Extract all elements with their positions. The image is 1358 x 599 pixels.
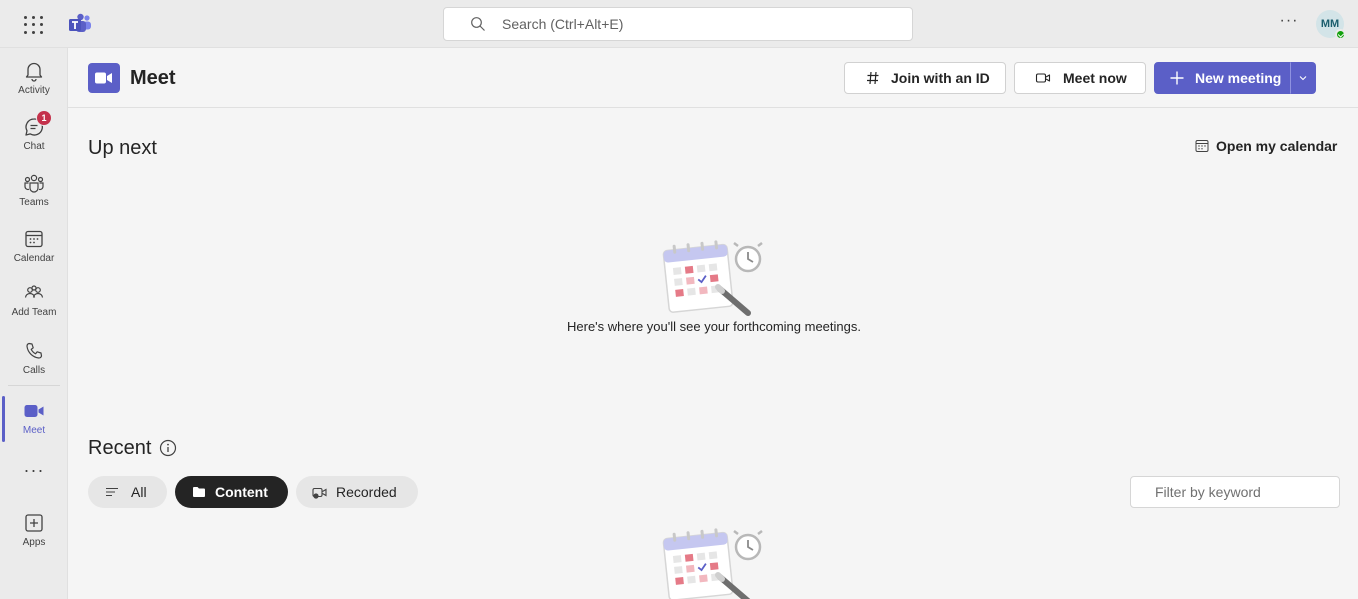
rail-item-label: Apps (22, 537, 46, 548)
presence-available-icon (1335, 29, 1346, 40)
more-apps-icon[interactable]: ··· (0, 460, 68, 484)
search-input[interactable] (502, 16, 882, 32)
people-add-icon (24, 285, 44, 298)
rail-item-teams[interactable]: Teams (0, 164, 68, 216)
rail-item-label: Chat (23, 141, 45, 152)
new-meeting-dropdown-button[interactable] (1290, 62, 1316, 94)
rail-divider (8, 385, 60, 386)
rail-item-calls[interactable]: Calls (0, 332, 68, 384)
filter-all-pill[interactable]: All (88, 476, 167, 508)
rail-item-label: Calendar (13, 253, 55, 264)
rail-item-calendar[interactable]: Calendar (0, 220, 68, 272)
rail-item-label: Calls (22, 365, 46, 376)
filter-content-pill[interactable]: Content (175, 476, 288, 508)
folder-icon (193, 487, 205, 497)
phone-icon (26, 342, 43, 359)
app-rail: Activity 1 Chat Teams Calendar Add Team … (0, 48, 68, 599)
apps-add-icon (25, 514, 43, 532)
more-options-icon[interactable]: ··· (1278, 12, 1300, 34)
hash-icon (867, 71, 879, 85)
info-icon[interactable] (159, 439, 177, 457)
calendar-icon (25, 230, 43, 248)
recent-heading: Recent (88, 437, 152, 459)
new-meeting-button[interactable]: New meeting (1154, 62, 1290, 94)
rail-item-label: Teams (19, 197, 49, 208)
top-bar: ··· MM (0, 0, 1358, 48)
bell-icon (25, 62, 43, 82)
meet-app-icon (88, 63, 120, 93)
join-with-id-label: Join with an ID (891, 70, 990, 86)
recording-icon (312, 487, 327, 499)
rail-item-label: Meet (22, 425, 46, 436)
page-header: Meet Join with an ID Meet now New meetin… (68, 48, 1358, 108)
open-my-calendar-label: Open my calendar (1216, 138, 1338, 154)
avatar-initials: MM (1320, 18, 1340, 30)
rail-item-add-team[interactable]: Add Team (0, 274, 68, 326)
unread-badge: 1 (36, 110, 52, 126)
rail-item-meet[interactable]: Meet (0, 392, 68, 444)
calendar-illustration-icon (662, 528, 763, 599)
search-icon (471, 17, 485, 31)
search-box[interactable] (443, 7, 913, 41)
calendar-illustration-icon (662, 240, 763, 316)
list-icon (106, 487, 118, 497)
join-with-id-button[interactable]: Join with an ID (844, 62, 1006, 94)
teams-icon (24, 174, 44, 193)
rail-item-activity[interactable]: Activity (0, 52, 68, 104)
filter-recorded-pill[interactable]: Recorded (296, 476, 418, 508)
plus-icon (1170, 71, 1184, 85)
up-next-heading: Up next (88, 137, 157, 159)
avatar[interactable]: MM (1316, 10, 1346, 40)
video-icon (24, 405, 44, 417)
teams-logo-icon (69, 13, 91, 32)
chevron-down-icon (1299, 76, 1307, 81)
rail-item-label: Activity (18, 85, 50, 96)
page-title: Meet (130, 67, 176, 89)
filter-keyword-input[interactable] (1131, 477, 1339, 507)
filter-content-label: Content (215, 484, 268, 500)
filter-recorded-label: Recorded (336, 484, 397, 500)
meet-now-button[interactable]: Meet now (1014, 62, 1146, 94)
rail-item-chat[interactable]: 1 Chat (0, 108, 68, 160)
video-camera-icon (1035, 73, 1051, 83)
filter-all-label: All (131, 484, 147, 500)
up-next-empty-message: Here's where you'll see your forthcoming… (567, 319, 861, 334)
open-my-calendar-link[interactable]: Open my calendar (1195, 138, 1337, 154)
rail-item-label: Add Team (11, 307, 57, 318)
filter-keyword-box[interactable] (1130, 476, 1340, 508)
new-meeting-label: New meeting (1195, 70, 1282, 86)
rail-item-apps[interactable]: Apps (0, 504, 68, 556)
app-launcher-icon[interactable] (22, 14, 44, 36)
meet-now-label: Meet now (1063, 70, 1127, 86)
calendar-icon (1195, 140, 1209, 152)
